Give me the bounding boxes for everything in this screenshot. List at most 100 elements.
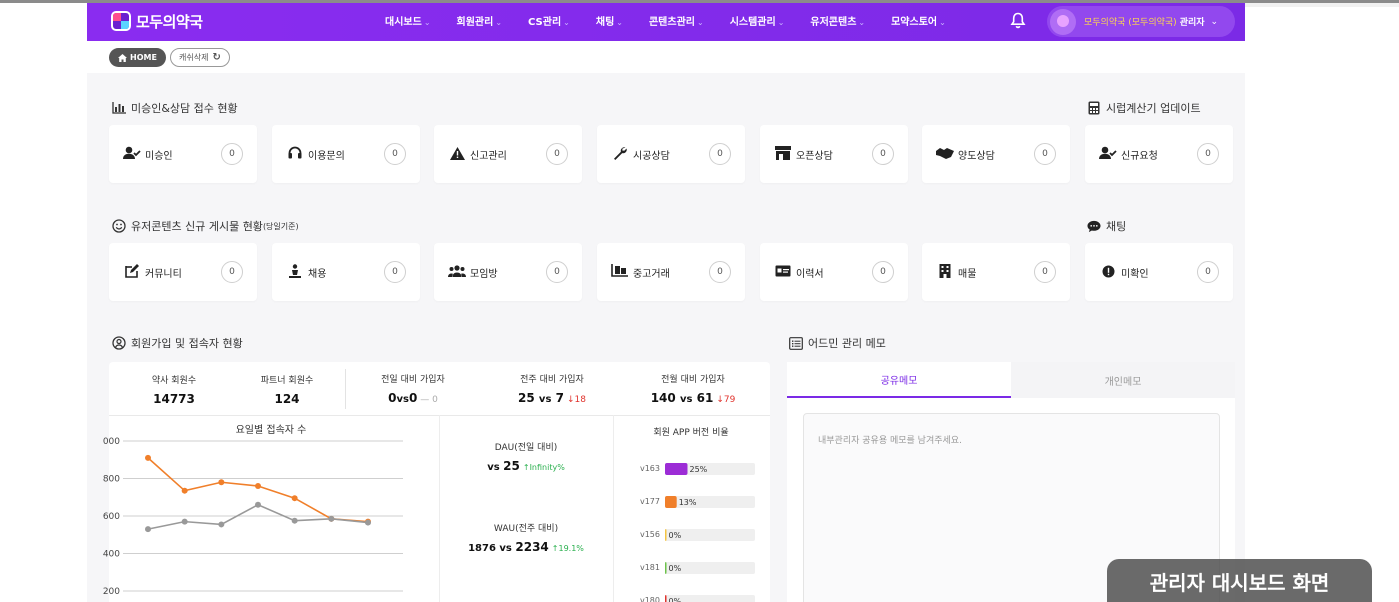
percent-label: 25% xyxy=(690,465,708,474)
brand-name: 모두의약국 xyxy=(136,12,203,31)
refresh-icon: ↻ xyxy=(212,52,221,63)
brand-logo[interactable]: 모두의약국 xyxy=(111,9,203,33)
user-menu[interactable]: 모두의약국 (모두의약국) 관리자 ⌄ xyxy=(1047,6,1235,37)
app-version-chart: 회원 APP 버전 비율 v163 25% v177 13% v156 0% v181 0% v… xyxy=(640,427,755,602)
card-transfer[interactable]: 양도상담 0 xyxy=(922,125,1070,183)
alert-circle-icon xyxy=(1099,263,1117,279)
count-badge: 0 xyxy=(1034,261,1056,283)
memo-placeholder: 내부관리자 공유용 메모를 남겨주세요. xyxy=(818,436,962,446)
user-check-icon xyxy=(1099,145,1117,161)
list-icon xyxy=(789,336,803,350)
section-usercontent-title: 유저콘텐츠 신규 게시물 현황 (당일기준) xyxy=(112,218,299,234)
divider xyxy=(439,415,440,602)
wrench-icon xyxy=(611,145,629,161)
data-point xyxy=(181,487,188,494)
data-point xyxy=(218,479,225,486)
percent-label: 0% xyxy=(669,597,682,602)
count-badge: 0 xyxy=(872,261,894,283)
bar-fill xyxy=(665,562,667,574)
card-jobs[interactable]: 채용 0 xyxy=(272,243,420,301)
user-circle-icon xyxy=(112,336,126,350)
section-approval-title: 미승인&상담 접수 현황 xyxy=(112,100,238,116)
y-tick-label: 200 xyxy=(103,587,120,597)
version-label: v177 xyxy=(640,497,660,506)
count-badge: 0 xyxy=(221,261,243,283)
card-inquiry[interactable]: 이용문의 0 xyxy=(272,125,420,183)
card-used-trade[interactable]: 중고거래 0 xyxy=(597,243,745,301)
version-label: v163 xyxy=(640,464,660,473)
card-new-request[interactable]: 신규요청 0 xyxy=(1085,125,1233,183)
edit-icon xyxy=(123,263,141,279)
menu-content[interactable]: 콘텐츠관리 ⌄ xyxy=(649,13,704,28)
avatar xyxy=(1050,8,1076,35)
warning-icon xyxy=(448,145,466,161)
menu-dashboard[interactable]: 대시보드 ⌄ xyxy=(385,13,431,28)
bar-fill xyxy=(665,463,688,475)
tab-shared-memo[interactable]: 공유메모 xyxy=(787,362,1011,398)
headset-icon xyxy=(286,145,304,161)
version-label: v180 xyxy=(640,596,660,602)
series-line xyxy=(147,503,369,530)
admin-page: 모두의약국 대시보드 ⌄ 회원관리 ⌄ CS관리 ⌄ 채팅 ⌄ 콘텐츠관리 ⌄ 시스템관리… xyxy=(87,3,1245,602)
menu-chat[interactable]: 채팅 ⌄ xyxy=(596,13,623,28)
card-unapproved[interactable]: 미승인 0 xyxy=(109,125,257,183)
count-badge: 0 xyxy=(1197,143,1219,165)
card-meetup[interactable]: 모임방 0 xyxy=(434,243,582,301)
wau-stat: WAU(전주 대비) 1876 vs 2234 ↑19.1% xyxy=(468,524,584,554)
menu-members[interactable]: 회원관리 ⌄ xyxy=(457,13,503,28)
clear-cache-button[interactable]: 캐쉬삭제 ↻ xyxy=(170,48,230,67)
card-resume[interactable]: 이력서 0 xyxy=(760,243,908,301)
home-button[interactable]: HOME xyxy=(109,48,166,67)
card-community[interactable]: 커뮤니티 0 xyxy=(109,243,257,301)
users-icon xyxy=(448,263,466,279)
y-tick-label: 600 xyxy=(103,512,120,522)
window-edge xyxy=(1245,3,1399,7)
data-point xyxy=(291,517,298,524)
menu-store[interactable]: 모약스토어 ⌄ xyxy=(891,13,946,28)
breadcrumb: HOME 캐쉬삭제 ↻ xyxy=(87,41,1245,73)
count-badge: 0 xyxy=(1197,261,1219,283)
count-badge: 0 xyxy=(546,261,568,283)
data-point xyxy=(328,515,335,522)
chevron-down-icon: ⌄ xyxy=(1210,16,1219,27)
card-report[interactable]: 신고관리 0 xyxy=(434,125,582,183)
menu-cs[interactable]: CS관리 ⌄ xyxy=(528,13,570,28)
data-point xyxy=(181,518,188,525)
count-badge: 0 xyxy=(709,261,731,283)
bar-chart-icon xyxy=(112,101,126,115)
tab-personal-memo[interactable]: 개인메모 xyxy=(1011,362,1235,398)
bar-fill xyxy=(665,595,667,602)
count-badge: 0 xyxy=(221,143,243,165)
main-menu: 대시보드 ⌄ 회원관리 ⌄ CS관리 ⌄ 채팅 ⌄ 콘텐츠관리 ⌄ 시스템관리 ⌄ 유저콘텐… xyxy=(385,13,972,28)
percent-label: 0% xyxy=(669,531,682,540)
y-tick-label: 400 xyxy=(103,550,120,560)
version-label: v156 xyxy=(640,530,660,539)
user-check-icon xyxy=(123,145,141,161)
calculator-icon xyxy=(1087,101,1101,115)
data-point xyxy=(255,483,261,489)
menu-system[interactable]: 시스템관리 ⌄ xyxy=(730,13,785,28)
card-unread[interactable]: 미확인 0 xyxy=(1085,243,1233,301)
menu-user-content[interactable]: 유저콘텐츠 ⌄ xyxy=(810,13,865,28)
bell-icon[interactable] xyxy=(1010,12,1026,30)
count-badge: 0 xyxy=(872,143,894,165)
count-badge: 0 xyxy=(1034,143,1056,165)
stat-weekly-signup: 전주 대비 가입자 25 vs 7 ↓18 xyxy=(518,375,586,405)
person-icon xyxy=(286,263,304,279)
card-open[interactable]: 오픈상담 0 xyxy=(760,125,908,183)
percent-label: 13% xyxy=(679,498,697,507)
data-point xyxy=(291,495,298,502)
store-icon xyxy=(774,145,792,161)
card-construction[interactable]: 시공상담 0 xyxy=(597,125,745,183)
bar-fill xyxy=(665,529,667,541)
memo-tabs: 공유메모 개인메모 xyxy=(787,362,1235,398)
caption-overlay: 관리자 대시보드 화면 xyxy=(1107,559,1372,602)
smile-icon xyxy=(112,219,126,233)
dolly-icon xyxy=(611,263,629,279)
stat-monthly-signup: 전월 대비 가입자 140 vs 61 ↓79 xyxy=(650,375,736,405)
count-badge: 0 xyxy=(384,143,406,165)
top-navbar: 모두의약국 대시보드 ⌄ 회원관리 ⌄ CS관리 ⌄ 채팅 ⌄ 콘텐츠관리 ⌄ 시스템관리… xyxy=(87,3,1245,41)
version-chart-title: 회원 APP 버전 비율 xyxy=(653,427,728,438)
user-name: 모두의약국 (모두의약국) xyxy=(1084,18,1177,28)
card-listing[interactable]: 매물 0 xyxy=(922,243,1070,301)
